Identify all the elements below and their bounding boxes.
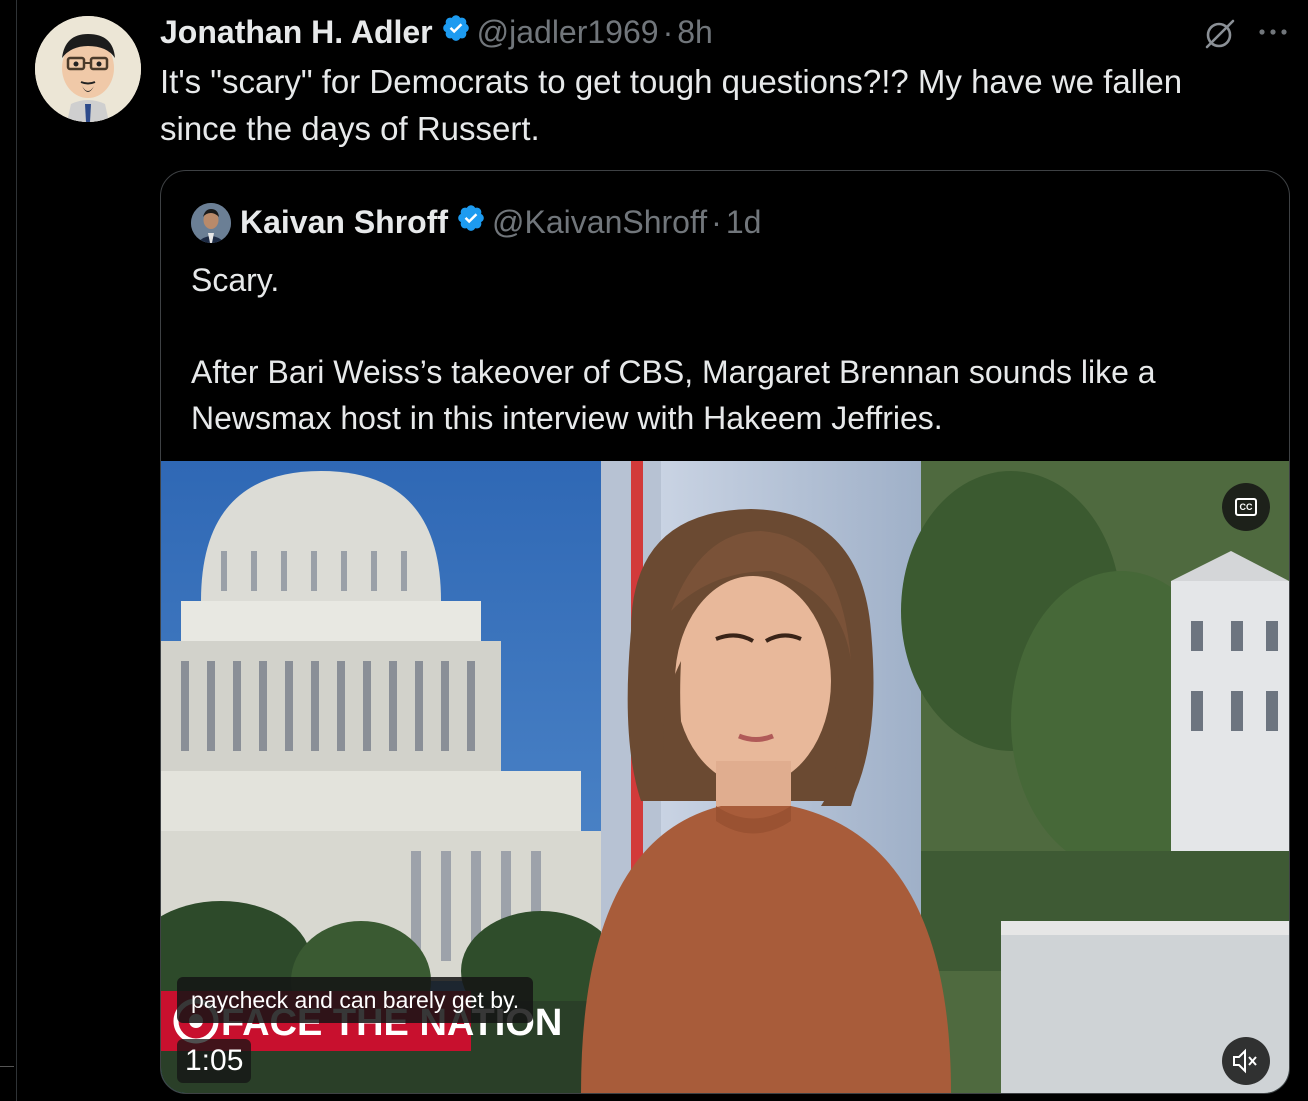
post-time[interactable]: 8h [677, 14, 713, 51]
cc-icon[interactable]: CC [1222, 483, 1270, 531]
quote-text-line: Scary. [191, 262, 280, 298]
quote-avatar-illustration [191, 203, 231, 243]
divider [0, 1066, 14, 1067]
cc-label: CC [1235, 498, 1257, 516]
timeline-divider [16, 0, 17, 1101]
grok-icon[interactable] [1202, 16, 1238, 52]
quote-author-handle[interactable]: @KaivanShroff [492, 204, 707, 241]
tweet-header: Jonathan H. Adler @jadler1969 · 8h [160, 12, 713, 52]
quote-author-avatar[interactable] [191, 203, 231, 243]
verified-badge-icon [456, 203, 486, 241]
author-handle[interactable]: @jadler1969 [477, 14, 659, 51]
separator-dot: · [711, 203, 722, 240]
more-icon[interactable] [1256, 14, 1290, 50]
mute-icon[interactable] [1222, 1037, 1270, 1085]
tweet-view: Jonathan H. Adler @jadler1969 · 8h It's … [0, 0, 1308, 1101]
quote-header: Kaivan Shroff @KaivanShroff · 1d [240, 201, 761, 243]
author-name[interactable]: Jonathan H. Adler [160, 14, 433, 51]
video-duration: 1:05 [177, 1039, 252, 1083]
video-caption: paycheck and can barely get by. [177, 977, 534, 1023]
author-avatar-illustration [35, 16, 141, 122]
quote-post-time[interactable]: 1d [726, 204, 762, 241]
quote-text: Scary. After Bari Weiss’s takeover of CB… [191, 257, 1261, 441]
author-avatar[interactable] [35, 16, 141, 122]
quote-text-line: After Bari Weiss’s takeover of CBS, Marg… [191, 354, 1156, 436]
tweet-text: It's "scary" for Democrats to get tough … [160, 63, 1183, 147]
quote-tweet-card[interactable]: Kaivan Shroff @KaivanShroff · 1d Scary. … [160, 170, 1290, 1094]
quote-author-name[interactable]: Kaivan Shroff [240, 204, 448, 241]
separator-dot: · [662, 13, 674, 50]
verified-badge-icon [441, 13, 471, 51]
